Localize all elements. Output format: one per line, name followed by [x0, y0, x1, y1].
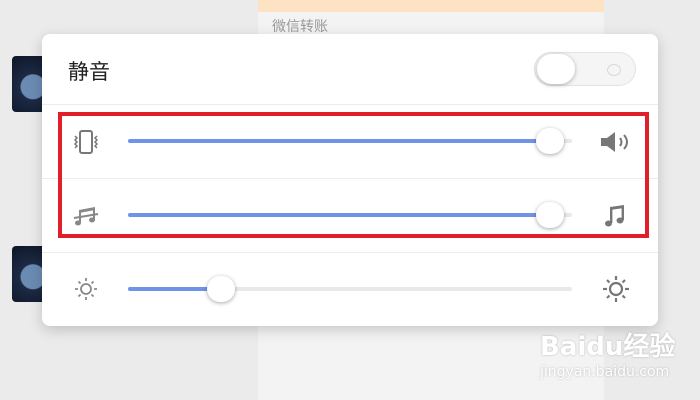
- slider-thumb[interactable]: [207, 276, 236, 302]
- ringer-volume-slider[interactable]: [128, 128, 572, 154]
- slider-fill: [128, 213, 550, 217]
- brightness-high-icon: [598, 273, 634, 305]
- music-muted-icon: [70, 200, 102, 232]
- toggle-knob[interactable]: [537, 54, 575, 84]
- mute-label: 静音: [68, 60, 110, 84]
- background-transfer-label: 微信转账: [272, 19, 328, 35]
- brightness-slider[interactable]: [128, 276, 572, 302]
- slider-thumb[interactable]: [535, 128, 564, 154]
- toggle-off-indicator: [607, 64, 621, 76]
- slider-fill: [128, 139, 550, 143]
- volume-panel: 静音: [42, 34, 658, 326]
- brightness-low-icon: [70, 273, 102, 305]
- brightness-row: [42, 252, 658, 326]
- media-volume-slider[interactable]: [128, 202, 572, 228]
- slider-thumb[interactable]: [535, 202, 564, 228]
- mute-toggle[interactable]: [534, 52, 636, 86]
- speaker-volume-icon: [598, 126, 634, 158]
- music-note-icon: [598, 200, 634, 232]
- media-volume-row: [42, 178, 658, 253]
- background-banner: [258, 0, 604, 12]
- ringer-volume-row: [42, 104, 658, 179]
- watermark-logo: Baidu经验: [540, 332, 676, 362]
- mute-row: 静音: [42, 34, 658, 105]
- watermark-url: jingyan.baidu.com: [540, 364, 670, 380]
- vibrate-icon: [70, 126, 102, 158]
